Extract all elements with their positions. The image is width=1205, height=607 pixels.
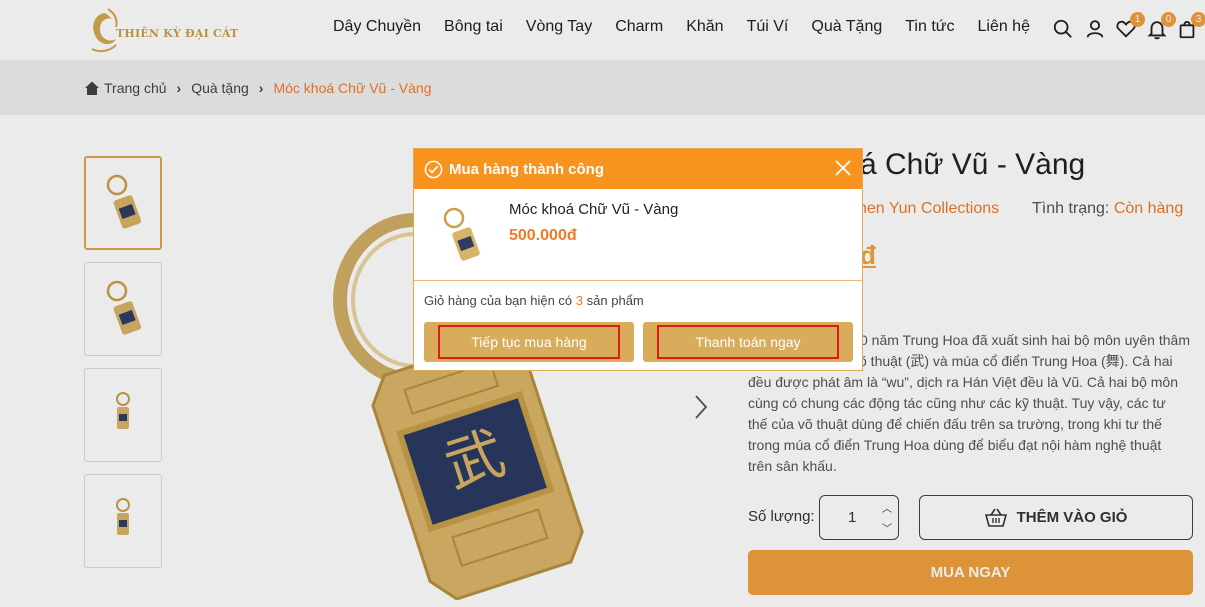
continue-shopping-button[interactable]: Tiếp tục mua hàng — [424, 322, 634, 362]
modal-divider — [414, 280, 862, 281]
close-icon[interactable] — [834, 159, 852, 177]
modal-item-price: 500.000đ — [509, 227, 577, 244]
cart-count: 3 — [575, 293, 584, 308]
modal-item-name: Móc khoá Chữ Vũ - Vàng — [509, 201, 679, 218]
check-circle-icon — [424, 160, 443, 178]
continue-shopping-label: Tiếp tục mua hàng — [438, 325, 620, 359]
modal-header: Mua hàng thành công — [414, 149, 862, 189]
modal-cart-info: Giỏ hàng của bạn hiện có 3 sản phẩm — [424, 293, 644, 308]
cart-info-prefix: Giỏ hàng của bạn hiện có — [424, 293, 573, 308]
checkout-now-label: Thanh toán ngay — [657, 325, 839, 359]
modal-item-image — [443, 207, 480, 261]
purchase-success-modal: Mua hàng thành công Móc khoá Chữ Vũ - Và… — [413, 148, 863, 371]
checkout-now-button[interactable]: Thanh toán ngay — [643, 322, 853, 362]
cart-info-suffix: sản phẩm — [586, 293, 644, 308]
modal-title: Mua hàng thành công — [449, 160, 604, 178]
